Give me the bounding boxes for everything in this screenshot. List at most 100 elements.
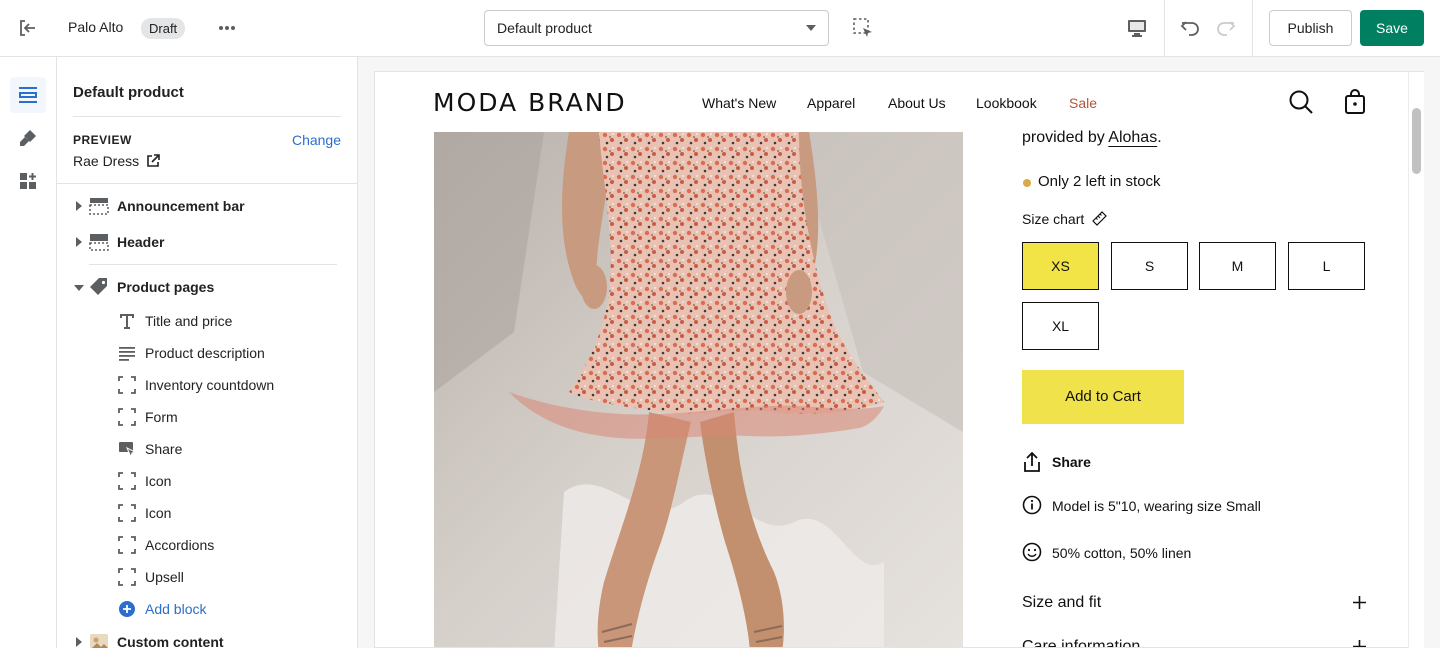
search-icon[interactable] — [1288, 89, 1314, 115]
block-label: Inventory countdown — [145, 377, 275, 393]
sections-panel: Default product PREVIEW Change Rae Dress… — [57, 57, 358, 648]
section-custom-content[interactable]: Custom content — [57, 628, 357, 648]
template-select[interactable]: Default product — [484, 10, 829, 46]
block-accordions[interactable]: Accordions — [57, 531, 357, 559]
more-actions-icon[interactable] — [216, 17, 238, 39]
desktop-preview-icon[interactable] — [1126, 17, 1148, 39]
share-upload-icon — [1024, 451, 1040, 472]
block-icon — [118, 472, 136, 490]
divider — [73, 116, 341, 117]
stock-indicator-dot — [1023, 179, 1031, 187]
accordion-care-information[interactable]: Care information — [1022, 635, 1367, 648]
size-option-xs[interactable]: XS — [1022, 242, 1099, 290]
divider — [89, 264, 337, 265]
section-product-pages[interactable]: Product pages — [57, 273, 357, 301]
share-button[interactable]: Share — [1022, 451, 1142, 475]
nav-whats-new[interactable]: What's New — [702, 95, 776, 111]
editor-rail — [0, 57, 57, 648]
undo-icon[interactable] — [1178, 16, 1202, 40]
block-title-and-price[interactable]: Title and price — [57, 307, 357, 335]
block-label: Icon — [145, 473, 172, 489]
provided-by-text: provided by Alohas. — [1022, 129, 1162, 147]
accordion-label: Care information — [1022, 638, 1141, 648]
header-icon — [89, 234, 109, 251]
smile-icon — [1022, 542, 1042, 562]
plus-icon — [1353, 640, 1366, 647]
save-button[interactable]: Save — [1360, 10, 1424, 46]
block-icon — [118, 376, 136, 394]
block-icon — [118, 568, 136, 586]
storefront-preview: MODA BRAND What's New Apparel About Us L… — [374, 71, 1424, 648]
accordion-size-and-fit[interactable]: Size and fit — [1022, 591, 1367, 615]
block-icon — [118, 536, 136, 554]
rail-app-embeds[interactable] — [10, 163, 46, 199]
rail-theme-settings[interactable] — [10, 120, 46, 156]
rail-sections[interactable] — [10, 77, 46, 113]
paragraph-icon — [119, 347, 135, 361]
size-option-m[interactable]: M — [1199, 242, 1276, 290]
feature-fabric-text: 50% cotton, 50% linen — [1052, 545, 1192, 561]
block-share[interactable]: Share — [57, 435, 357, 463]
feature-fabric: 50% cotton, 50% linen — [1022, 542, 1322, 566]
block-form[interactable]: Form — [57, 403, 357, 431]
ruler-icon[interactable] — [1091, 210, 1108, 227]
chevron-down-icon[interactable] — [74, 284, 84, 292]
nav-sale[interactable]: Sale — [1069, 95, 1097, 111]
share-icon — [119, 442, 136, 458]
accordion-label: Size and fit — [1022, 594, 1102, 611]
product-image[interactable] — [434, 132, 963, 647]
chevron-right-icon[interactable] — [75, 201, 83, 211]
toolbar-divider — [1164, 0, 1165, 56]
block-icon[interactable]: Icon — [57, 467, 357, 495]
block-label: Share — [145, 441, 183, 457]
chevron-right-icon[interactable] — [75, 637, 83, 647]
section-label: Product pages — [117, 279, 215, 295]
tag-icon — [90, 278, 107, 295]
nav-about-us[interactable]: About Us — [888, 95, 946, 111]
size-chart-link[interactable]: Size chart — [1022, 211, 1084, 227]
block-label: Title and price — [145, 313, 233, 329]
block-inventory-countdown[interactable]: Inventory countdown — [57, 371, 357, 399]
preview-scrollbar[interactable] — [1408, 72, 1424, 648]
announcement-bar-icon — [89, 198, 109, 215]
scrollbar-thumb[interactable] — [1412, 108, 1421, 174]
custom-content-icon — [90, 634, 108, 648]
divider — [57, 183, 357, 184]
publish-button[interactable]: Publish — [1269, 10, 1352, 46]
add-to-cart-button[interactable]: Add to Cart — [1022, 370, 1184, 424]
share-label: Share — [1052, 454, 1091, 470]
size-option-xl[interactable]: XL — [1022, 302, 1099, 350]
section-announcement-bar[interactable]: Announcement bar — [57, 192, 357, 220]
exit-icon[interactable] — [16, 16, 40, 40]
section-header[interactable]: Header — [57, 228, 357, 256]
inspector-icon[interactable] — [852, 17, 874, 39]
redo-icon[interactable] — [1214, 16, 1238, 40]
block-label: Product description — [145, 345, 265, 361]
block-product-description[interactable]: Product description — [57, 339, 357, 367]
add-block-label: Add block — [145, 601, 207, 617]
size-option-l[interactable]: L — [1288, 242, 1365, 290]
chevron-right-icon[interactable] — [75, 237, 83, 247]
section-label: Header — [117, 234, 165, 250]
cart-bag-icon[interactable] — [1344, 89, 1366, 115]
block-label: Form — [145, 409, 178, 425]
template-select-value: Default product — [497, 20, 592, 36]
block-upsell[interactable]: Upsell — [57, 563, 357, 591]
size-option-s[interactable]: S — [1111, 242, 1188, 290]
nav-apparel[interactable]: Apparel — [807, 95, 855, 111]
preview-change-link[interactable]: Change — [292, 132, 341, 148]
dress-photo — [434, 132, 963, 647]
block-icon — [118, 408, 136, 426]
feature-model-text: Model is 5"10, wearing size Small — [1052, 498, 1261, 514]
feature-model: Model is 5"10, wearing size Small — [1022, 495, 1322, 519]
add-block-button[interactable]: Add block — [57, 595, 357, 623]
vendor-link[interactable]: Alohas — [1108, 129, 1157, 146]
block-icon[interactable]: Icon — [57, 499, 357, 527]
block-label: Upsell — [145, 569, 184, 585]
external-link-icon[interactable] — [146, 154, 160, 168]
nav-lookbook[interactable]: Lookbook — [976, 95, 1037, 111]
store-logo[interactable]: MODA BRAND — [433, 88, 627, 117]
info-icon — [1022, 495, 1042, 515]
preview-product: Rae Dress — [73, 153, 140, 169]
section-label: Announcement bar — [117, 198, 245, 214]
